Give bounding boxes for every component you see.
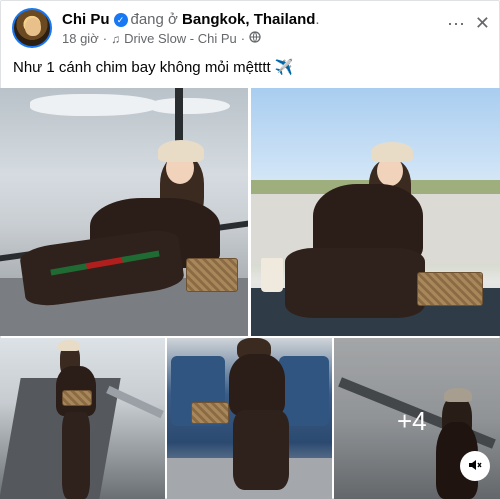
person-legs	[233, 410, 289, 490]
airplane-icon: ✈️	[274, 59, 294, 76]
handbag-image	[417, 272, 483, 306]
handbag-image	[62, 390, 92, 406]
close-icon[interactable]: ✕	[475, 13, 490, 34]
handbag-image	[191, 402, 229, 424]
cap-image	[371, 142, 413, 162]
post-meta: 18 giờ · ♫ Drive Slow - Chi Pu ·	[62, 31, 261, 46]
drink-cup	[261, 258, 283, 292]
person-body	[229, 354, 285, 416]
globe-icon	[249, 31, 261, 46]
location-suffix: .	[315, 11, 320, 28]
location-link[interactable]: Bangkok, Thailand	[182, 11, 315, 28]
post-photo-1[interactable]	[0, 88, 248, 336]
airplane-image	[150, 98, 230, 114]
handbag-image	[186, 258, 238, 292]
person-legs	[62, 412, 90, 499]
post-photo-3[interactable]	[0, 338, 165, 499]
person-legs	[285, 248, 425, 318]
airplane-image	[30, 94, 160, 116]
meta-separator: ·	[102, 31, 108, 46]
caption-text: Như 1 cánh chim bay không mỏi mệtttt	[13, 59, 271, 76]
cap-image	[158, 140, 204, 162]
post-photo-2[interactable]	[251, 88, 500, 336]
music-note-icon: ♫	[111, 31, 121, 46]
mute-button[interactable]	[460, 451, 490, 481]
post-photo-4[interactable]	[167, 338, 332, 499]
post-time[interactable]: 18 giờ	[62, 31, 99, 46]
author-line: Chi Pu ✓ đang ở Bangkok, Thailand.	[62, 11, 320, 28]
author-name[interactable]: Chi Pu	[62, 11, 110, 28]
more-options-icon[interactable]: ⋯	[447, 14, 466, 35]
author-avatar[interactable]	[12, 8, 52, 48]
more-photos-count[interactable]: +4	[397, 406, 427, 437]
cap-image	[58, 340, 80, 351]
song-link[interactable]: Drive Slow - Chi Pu	[124, 31, 237, 46]
speaker-muted-icon	[468, 458, 482, 475]
verified-badge-icon: ✓	[113, 13, 128, 27]
avatar-face	[25, 18, 41, 36]
post-photo-5[interactable]: +4	[334, 338, 500, 499]
post-header: Chi Pu ✓ đang ở Bangkok, Thailand. 18 giờ …	[12, 8, 492, 52]
post-caption: Như 1 cánh chim bay không mỏi mệtttt ✈️	[13, 58, 293, 76]
meta-separator: ·	[240, 31, 246, 46]
status-text: đang ở	[130, 11, 178, 28]
